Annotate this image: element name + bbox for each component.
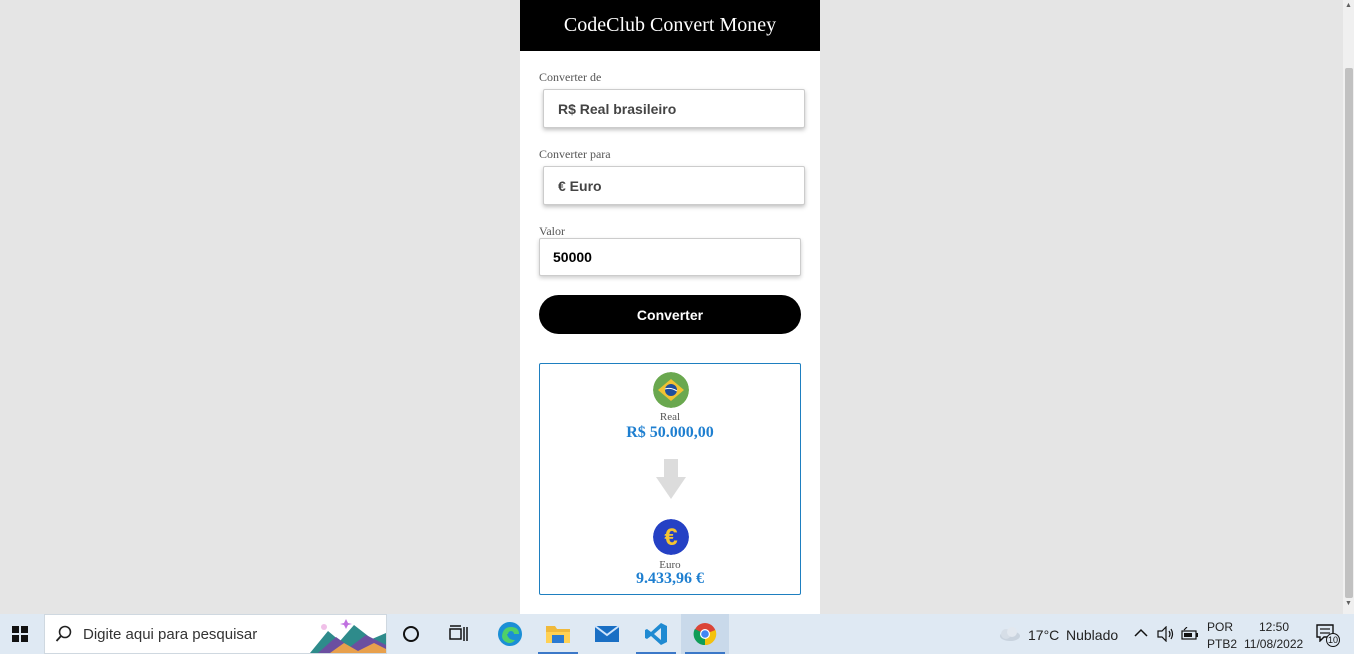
from-currency-select[interactable]: R$ Real brasileiro (543, 89, 805, 128)
to-currency-select[interactable]: € Euro (543, 166, 805, 205)
app-header: CodeClub Convert Money (520, 0, 820, 51)
convert-button[interactable]: Converter (539, 295, 801, 334)
vscode-taskbar-button[interactable] (632, 614, 680, 654)
converter-app: CodeClub Convert Money Converter de R$ R… (520, 0, 820, 614)
vscode-icon (645, 623, 667, 645)
clock-date[interactable]: 11/08/2022 (1244, 637, 1303, 651)
volume-icon[interactable] (1157, 626, 1175, 642)
cloud-weather-icon (1000, 627, 1020, 641)
edge-taskbar-button[interactable] (486, 614, 534, 654)
windows-logo-icon (12, 626, 28, 642)
notification-center-button[interactable]: 10 (1316, 624, 1342, 647)
search-icon (55, 625, 72, 642)
clock-time[interactable]: 12:50 (1259, 620, 1289, 634)
search-placeholder: Digite aqui para pesquisar (83, 625, 258, 643)
target-currency-value: 9.433,96 € (636, 570, 704, 587)
brazil-flag-icon (653, 372, 689, 408)
result-card: Real R$ 50.000,00 € Euro 9.433,96 € (539, 363, 801, 595)
chrome-icon (693, 623, 717, 646)
mail-taskbar-button[interactable] (583, 614, 631, 654)
task-view-icon (449, 625, 468, 641)
amount-label: Valor (539, 224, 565, 238)
arrow-down-icon (656, 459, 686, 499)
task-view-button[interactable] (435, 614, 483, 654)
to-currency-value: € Euro (558, 177, 602, 194)
from-currency-value: R$ Real brasileiro (558, 100, 677, 117)
scrollbar-thumb[interactable] (1345, 68, 1353, 598)
keyboard-layout-indicator[interactable]: PTB2 (1207, 637, 1237, 651)
app-title: CodeClub Convert Money (563, 14, 777, 36)
weather-description[interactable]: Nublado (1066, 627, 1118, 643)
weather-temperature[interactable]: 17°C (1028, 627, 1059, 643)
edge-icon (498, 622, 522, 646)
file-explorer-taskbar-button[interactable] (534, 614, 582, 654)
page-scrollbar[interactable]: ▲ ▼ (1343, 0, 1354, 614)
svg-text:€: € (664, 524, 677, 551)
source-currency-value: R$ 50.000,00 (626, 424, 714, 441)
taskbar: Digite aqui para pesquisar 17°C Nublado … (0, 614, 1354, 654)
chrome-taskbar-button[interactable] (681, 614, 729, 654)
to-label: Converter para (539, 147, 611, 161)
taskbar-search[interactable]: Digite aqui para pesquisar (44, 614, 387, 654)
folder-icon (546, 626, 570, 643)
cortana-circle-icon (403, 626, 419, 642)
source-currency-name: Real (659, 411, 681, 423)
start-button[interactable] (0, 614, 40, 654)
amount-input[interactable] (539, 238, 801, 276)
battery-network-icon[interactable] (1181, 627, 1199, 641)
cortana-button[interactable] (387, 614, 435, 654)
notification-count-badge: 10 (1326, 633, 1340, 647)
euro-icon: € (653, 519, 689, 555)
from-label: Converter de (539, 70, 602, 84)
mail-icon (594, 625, 620, 642)
scroll-up-icon[interactable]: ▲ (1345, 2, 1352, 9)
search-highlight-illustration (310, 619, 386, 653)
scroll-down-icon[interactable]: ▼ (1345, 600, 1352, 607)
chevron-up-icon[interactable] (1134, 628, 1148, 638)
language-indicator[interactable]: POR (1207, 620, 1233, 634)
